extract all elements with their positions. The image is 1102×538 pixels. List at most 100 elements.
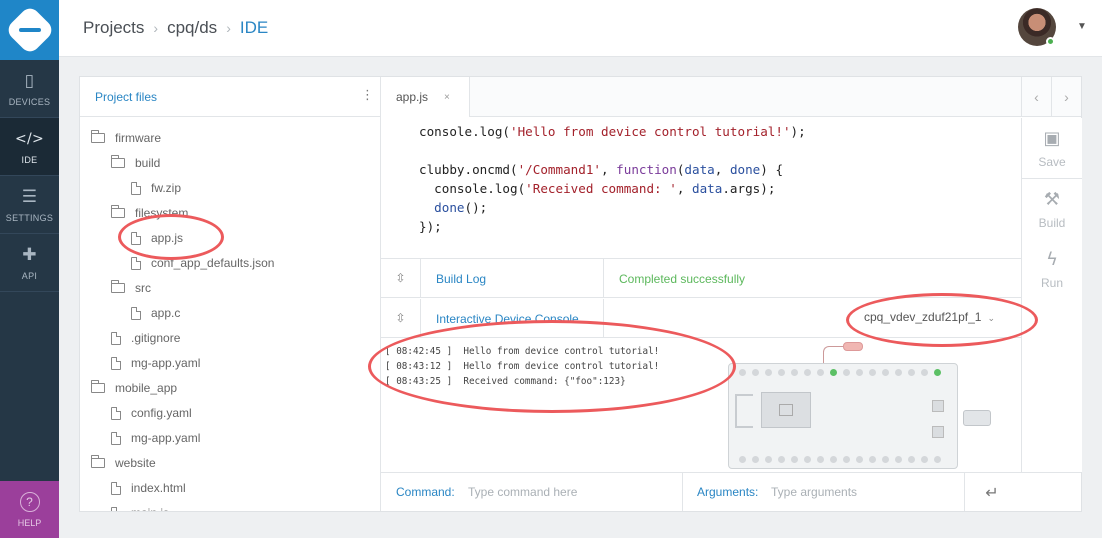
project-files-title: Project files: [95, 90, 158, 104]
file-icon: [111, 506, 121, 511]
file-icon: [111, 431, 121, 445]
pin-icon: [843, 456, 850, 463]
help-label: HELP: [17, 517, 42, 528]
file-tree-file[interactable]: main.js: [111, 503, 169, 511]
file-tree-folder[interactable]: build: [111, 153, 160, 173]
user-menu-caret-icon[interactable]: ▼: [1077, 21, 1087, 32]
code-line: clubby.oncmd('/Command1', function(data,…: [419, 160, 783, 179]
code-token: console.log(: [419, 181, 526, 196]
file-tree-file[interactable]: .gitignore: [111, 328, 180, 348]
code-token: function: [616, 162, 677, 177]
code-line: });: [419, 217, 442, 236]
file-tree-label: conf_app_defaults.json: [151, 256, 275, 270]
build-button[interactable]: ⚒ Build: [1022, 179, 1082, 239]
breadcrumb-project[interactable]: cpq/ds: [167, 18, 217, 38]
file-icon: [131, 231, 141, 245]
breadcrumb-projects[interactable]: Projects: [83, 18, 144, 38]
code-token: );: [790, 124, 806, 139]
build-log-title[interactable]: Build Log: [436, 272, 486, 286]
antenna-icon: [735, 394, 753, 428]
pin-icon: [882, 369, 889, 376]
chip-icon: [761, 392, 811, 428]
arguments-label: Arguments:: [697, 485, 759, 499]
file-tree-file[interactable]: mg-app.yaml: [111, 428, 200, 448]
code-token: });: [419, 219, 442, 234]
code-editor[interactable]: console.log('Hello from device control t…: [381, 118, 1021, 259]
settings-sliders-icon: ☰: [21, 186, 38, 207]
kebab-menu-icon[interactable]: ⋮: [361, 88, 374, 103]
chevron-down-icon: ⌄: [987, 313, 995, 323]
app-logo[interactable]: [0, 0, 59, 60]
run-button[interactable]: ϟ Run: [1022, 239, 1082, 299]
usb-connector-icon: [963, 410, 991, 426]
file-tree-file[interactable]: app.js: [131, 228, 183, 248]
device-select[interactable]: cpq_vdev_zduf21pf_1 ⌄: [864, 310, 995, 324]
pin-icon: [739, 369, 746, 376]
nav-item-devices[interactable]: ▯ DEVICES: [0, 60, 59, 117]
puzzle-icon: ✚: [22, 244, 37, 265]
console-output: [ 08:42:45 ] Hello from device control t…: [381, 339, 721, 472]
project-files-panel: Project files ⋮ firmware build fw.zip files…: [80, 77, 381, 511]
tab-prev-icon[interactable]: ‹: [1021, 77, 1051, 117]
file-icon: [111, 406, 121, 420]
expand-toggle-icon[interactable]: ⇳: [381, 259, 421, 297]
row-divider: [603, 259, 604, 297]
file-tree-file[interactable]: conf_app_defaults.json: [131, 253, 274, 273]
code-token: done: [434, 200, 465, 215]
file-icon: [111, 481, 121, 495]
code-line: console.log('Hello from device control t…: [419, 122, 806, 141]
pin-icon: [856, 369, 863, 376]
pin-icon: [817, 369, 824, 376]
flash-button-icon: [932, 400, 944, 412]
file-tree-file[interactable]: index.html: [111, 478, 186, 498]
console-log-line: [ 08:43:25 ] Received command: {"foo":12…: [385, 376, 626, 387]
tab-next-icon[interactable]: ›: [1051, 77, 1081, 117]
file-tree-folder[interactable]: website: [91, 453, 156, 473]
arguments-input[interactable]: [771, 481, 961, 503]
code-token: ) {: [760, 162, 784, 177]
code-token: 'Received command: ': [525, 181, 677, 196]
breadcrumb-current: IDE: [239, 18, 269, 37]
row-divider: [603, 299, 604, 337]
command-label: Command:: [396, 485, 455, 499]
run-label: Run: [1040, 275, 1063, 290]
file-tree-folder[interactable]: src: [111, 278, 151, 298]
nav-item-api[interactable]: ✚ API: [0, 234, 59, 291]
file-tree-file[interactable]: app.c: [131, 303, 180, 323]
pin-icon: [752, 456, 759, 463]
nav-item-settings[interactable]: ☰ SETTINGS: [0, 176, 59, 233]
nav-item-label: SETTINGS: [5, 212, 54, 223]
console-log-line: [ 08:43:12 ] Hello from device control t…: [385, 361, 660, 372]
code-token: '/Command1': [517, 162, 601, 177]
code-token: console.log(: [419, 124, 510, 139]
console-row: ⇳ Interactive Device Console cpq_vdev_zd…: [381, 299, 1021, 338]
pin-icon: [791, 456, 798, 463]
build-status: Completed successfully: [619, 272, 746, 286]
online-status-icon: [1046, 37, 1055, 46]
pin-icon: [830, 456, 837, 463]
nav-item-ide[interactable]: </> IDE: [0, 118, 59, 175]
pin-icon: [856, 456, 863, 463]
command-input[interactable]: [468, 481, 678, 503]
nav-item-label: IDE: [21, 154, 38, 165]
expand-toggle-icon[interactable]: ⇳: [381, 299, 421, 337]
file-tree-file[interactable]: config.yaml: [111, 403, 192, 423]
folder-icon: [111, 280, 125, 293]
tab-close-icon[interactable]: ×: [444, 92, 450, 103]
file-tree-file[interactable]: mg-app.yaml: [111, 353, 200, 373]
file-tree-folder[interactable]: mobile_app: [91, 378, 177, 398]
pin-icon: [817, 456, 824, 463]
pin-icon: [791, 369, 798, 376]
tab-app-js[interactable]: app.js ×: [381, 77, 470, 117]
save-button[interactable]: ▣ Save: [1022, 118, 1082, 178]
file-tree-folder[interactable]: firmware: [91, 128, 161, 148]
help-button[interactable]: ? HELP: [0, 481, 59, 538]
file-tree-folder[interactable]: filesystem: [111, 203, 188, 223]
console-title[interactable]: Interactive Device Console: [436, 312, 579, 326]
file-tree-file[interactable]: fw.zip: [131, 178, 181, 198]
logo-icon: [4, 4, 55, 56]
save-icon: ▣: [1043, 127, 1061, 149]
nav-item-label: DEVICES: [8, 96, 51, 107]
breadcrumb-separator-icon: ›: [226, 20, 231, 36]
send-command-icon[interactable]: ↵: [964, 473, 1020, 511]
